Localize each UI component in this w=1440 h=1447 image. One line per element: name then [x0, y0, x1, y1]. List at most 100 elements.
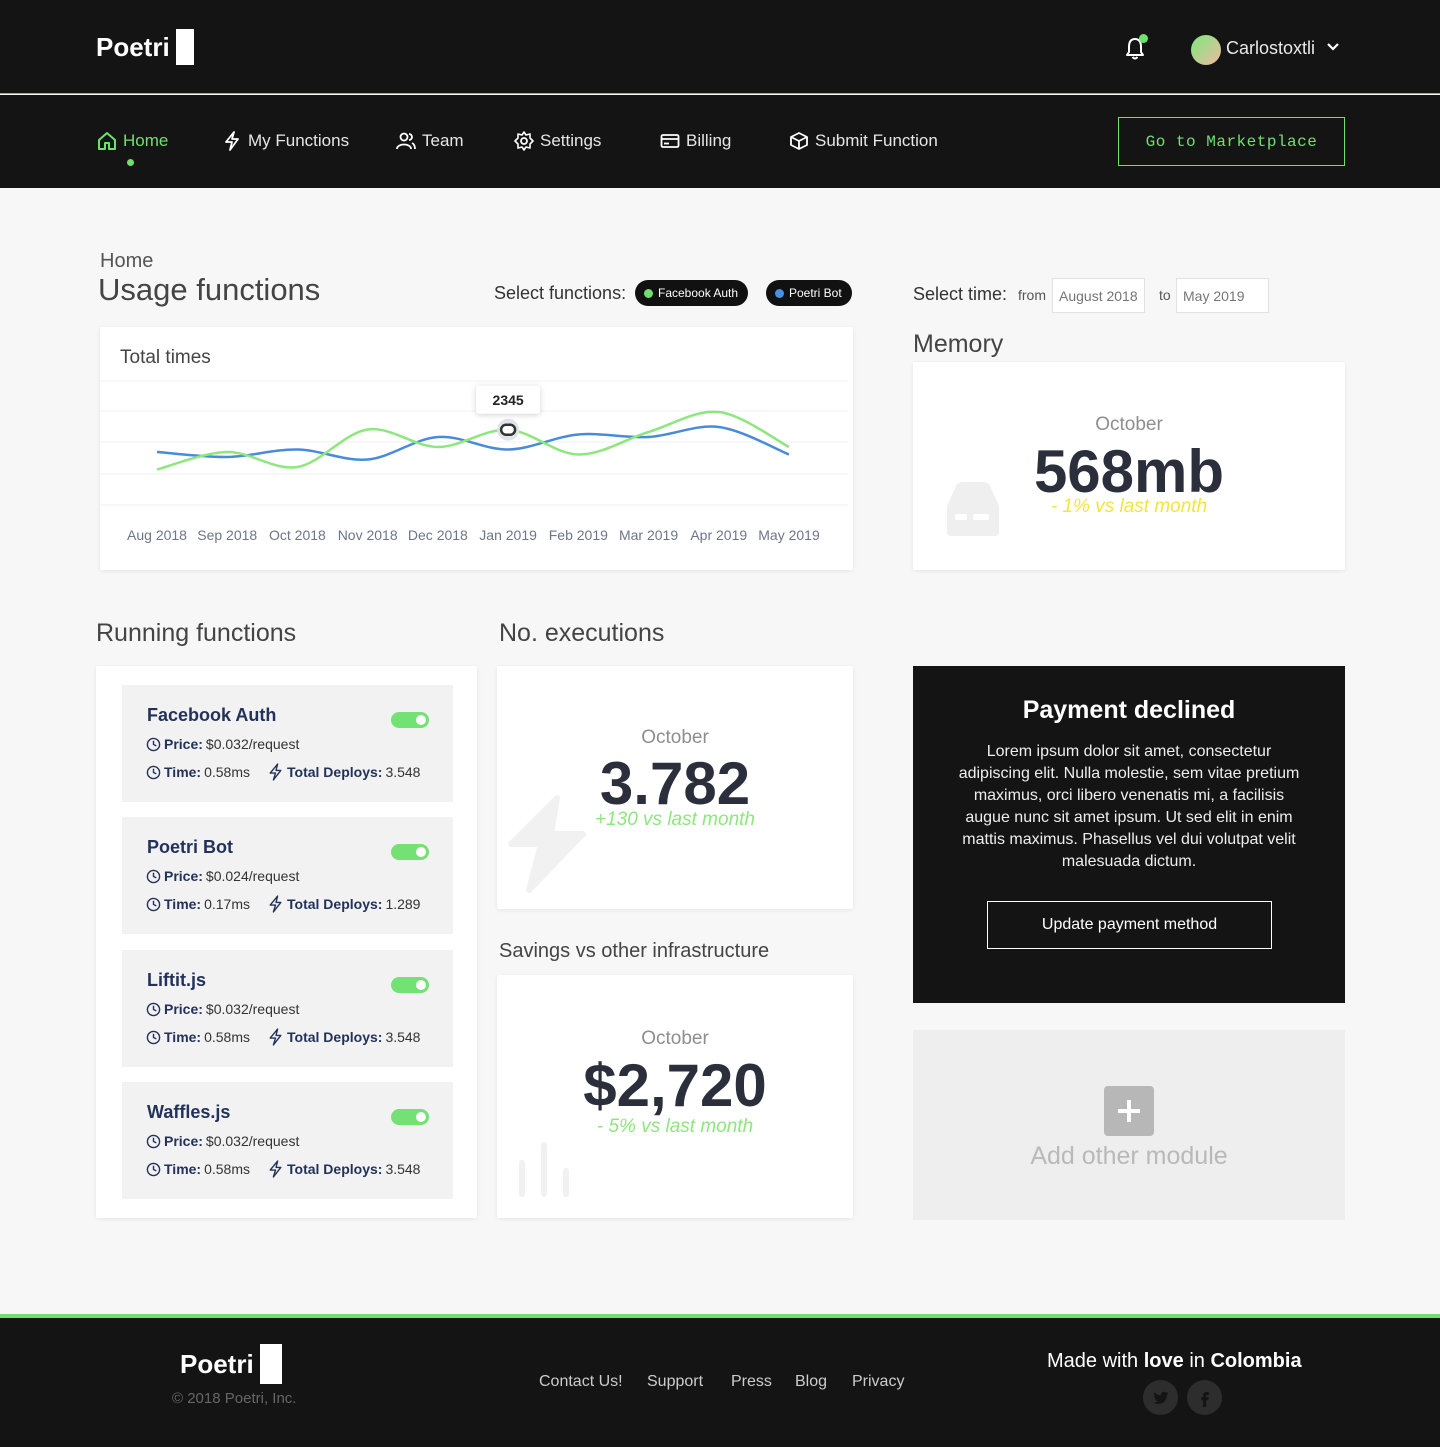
time-label: Time:	[164, 764, 202, 780]
series-line-poetri-bot	[156, 425, 790, 461]
price-label: Price:	[164, 868, 203, 884]
memory-title: Memory	[913, 330, 1004, 358]
savings-value: $2,720	[583, 1052, 767, 1119]
lightning-icon	[269, 763, 282, 781]
footer-link-press[interactable]: Press	[731, 1373, 772, 1391]
savings-card: October $2,720 - 5% vs last month	[497, 975, 853, 1218]
breadcrumb[interactable]: Home	[100, 250, 153, 273]
function-price: Price: $0.032/request	[146, 1133, 299, 1149]
twitter-link[interactable]	[1143, 1380, 1178, 1415]
nav-team-label: Team	[422, 131, 464, 150]
brand-name: Poetri	[96, 31, 170, 62]
footer-link-blog[interactable]: Blog	[795, 1373, 827, 1391]
pill-dot	[644, 288, 653, 298]
clock-icon	[146, 765, 161, 779]
pill-label: Poetri Bot	[789, 286, 842, 300]
made-love: love	[1143, 1350, 1184, 1372]
deploys-value: 1.289	[385, 896, 421, 912]
function-name: Poetri Bot	[147, 837, 234, 857]
clock-icon	[146, 1162, 161, 1176]
price-value: $0.032/request	[205, 1133, 300, 1149]
running-functions-card: Facebook Auth Price: $0.032/request Time: 0.…	[96, 666, 477, 1218]
lightning-icon	[269, 1028, 282, 1046]
made-with-love: Made with love in Colombia	[1047, 1350, 1302, 1373]
from-date-input[interactable]	[1052, 278, 1145, 313]
x-tick-label: Sep 2018	[197, 527, 258, 543]
nav-submit-function[interactable]: Submit Function	[789, 131, 938, 151]
lightning-icon	[225, 131, 239, 151]
chevron-down-icon[interactable]	[1326, 42, 1340, 52]
footer-link-contact[interactable]: Contact Us!	[539, 1373, 623, 1391]
savings-title: Savings vs other infrastructure	[499, 940, 770, 962]
pill-dot	[775, 288, 784, 298]
nav-settings-label: Settings	[540, 131, 602, 150]
box-icon	[790, 132, 808, 150]
clock-icon	[146, 869, 161, 883]
function-stats: Time: 0.17ms Total Deploys: 1.289	[146, 894, 420, 914]
usage-chart-card: Total times 2345 Aug 2018 Sep 2018 Oct 201…	[100, 327, 853, 570]
function-toggle[interactable]	[391, 977, 429, 993]
nav-billing[interactable]: Billing	[660, 131, 731, 151]
facebook-link[interactable]	[1187, 1380, 1222, 1415]
time-value: 0.58ms	[204, 1029, 251, 1045]
footer-link-privacy[interactable]: Privacy	[852, 1373, 904, 1391]
payment-message: Lorem ipsum dolor sit amet, consectetur …	[958, 743, 1300, 870]
to-date-input[interactable]	[1176, 278, 1269, 313]
team-icon	[396, 132, 416, 150]
nav-home[interactable]: Home	[97, 131, 169, 166]
function-item[interactable]: Waffles.js Price: $0.032/request Time: 0.58m…	[122, 1082, 453, 1199]
price-value: $0.032/request	[205, 736, 300, 752]
nav-billing-label: Billing	[686, 131, 732, 150]
function-name: Waffles.js	[147, 1102, 231, 1122]
function-toggle[interactable]	[391, 712, 429, 728]
nav-settings[interactable]: Settings	[514, 131, 601, 151]
time-label: Time:	[164, 1029, 202, 1045]
notifications-button[interactable]	[1124, 34, 1148, 62]
x-tick-label: Apr 2019	[690, 527, 748, 543]
add-module-label: Add other module	[1030, 1142, 1228, 1170]
highlight-point[interactable]	[499, 423, 517, 436]
x-tick-label: Dec 2018	[407, 527, 468, 543]
deploys-value: 3.548	[385, 1161, 421, 1177]
username[interactable]: Carlostoxtli	[1226, 38, 1315, 59]
brand-name: Poetri	[180, 1348, 254, 1379]
footer-link-support[interactable]: Support	[647, 1373, 703, 1391]
credit-card-icon	[660, 134, 680, 148]
pill-facebook-auth[interactable]: Facebook Auth	[635, 280, 749, 306]
page-title: Usage functions	[98, 272, 321, 307]
function-item[interactable]: Facebook Auth Price: $0.032/request Time: 0.…	[122, 685, 453, 802]
twitter-icon	[1153, 1391, 1168, 1404]
deploys-label: Total Deploys:	[287, 896, 383, 912]
deploys-label: Total Deploys:	[287, 764, 383, 780]
brand-logo[interactable]: Poetri	[96, 29, 194, 65]
function-toggle[interactable]	[391, 1109, 429, 1125]
home-icon	[98, 132, 116, 150]
function-item[interactable]: Liftit.js Price: $0.032/request Time: 0.58ms…	[122, 950, 453, 1067]
deploys-value: 3.548	[385, 1029, 421, 1045]
nav-home-label: Home	[123, 131, 169, 150]
pill-label: Facebook Auth	[658, 286, 739, 300]
add-module-card[interactable]: Add other module	[913, 1030, 1345, 1220]
executions-title: No. executions	[499, 619, 665, 647]
go-to-marketplace-button[interactable]: Go to Marketplace	[1118, 117, 1345, 166]
nav-team[interactable]: Team	[396, 131, 464, 151]
time-value: 0.17ms	[204, 896, 251, 912]
function-item[interactable]: Poetri Bot Price: $0.024/request Time: 0.17m…	[122, 817, 453, 934]
x-tick-label: May 2019	[758, 527, 820, 543]
pill-poetri-bot[interactable]: Poetri Bot	[766, 280, 852, 306]
nav-my-functions[interactable]: My Functions	[222, 131, 349, 151]
update-payment-button[interactable]: Update payment method	[987, 901, 1272, 949]
memory-month: October	[1095, 414, 1163, 435]
made-prefix: Made with	[1047, 1350, 1139, 1372]
function-toggle[interactable]	[391, 844, 429, 860]
footer-logo[interactable]: Poetri	[180, 1344, 282, 1384]
x-tick-label: Oct 2018	[269, 527, 326, 543]
clock-icon	[146, 1030, 161, 1044]
running-functions-title: Running functions	[96, 619, 297, 647]
avatar[interactable]	[1191, 35, 1221, 65]
footer: Poetri © 2018 Poetri, Inc. Contact Us! S…	[0, 1314, 1440, 1447]
price-label: Price:	[164, 736, 203, 752]
deploys-label: Total Deploys:	[287, 1029, 383, 1045]
price-label: Price:	[164, 1001, 203, 1017]
copyright: © 2018 Poetri, Inc.	[172, 1390, 297, 1407]
